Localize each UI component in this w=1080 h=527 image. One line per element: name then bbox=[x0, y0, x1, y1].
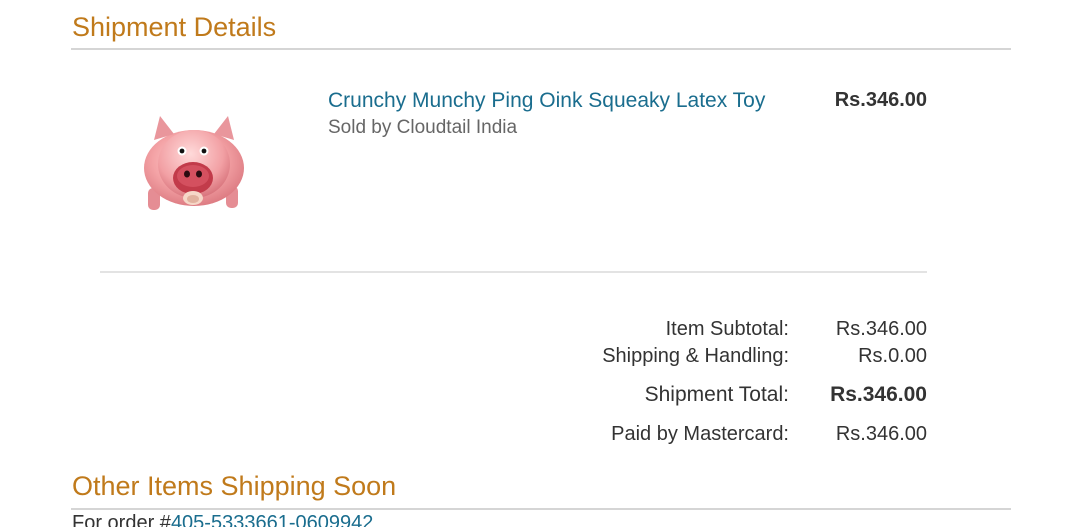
item-subtotal-value: Rs.346.00 bbox=[835, 318, 927, 340]
paid-by-label: Paid by Mastercard: bbox=[611, 423, 789, 445]
item-divider bbox=[100, 271, 927, 273]
shipment-total-label: Shipment Total: bbox=[644, 383, 789, 406]
order-reference: For order #405-5333661-0609942 bbox=[72, 512, 373, 527]
order-email-page: Shipment Details Crunchy Munchy Ping Oin… bbox=[0, 0, 1080, 527]
shipment-total-value: Rs.346.00 bbox=[830, 383, 927, 406]
section-divider bbox=[71, 48, 1011, 50]
shipping-handling-value: Rs.0.00 bbox=[858, 345, 927, 367]
product-seller: Sold by Cloudtail India bbox=[328, 117, 518, 138]
pig-toy-icon bbox=[144, 116, 244, 210]
order-prefix: For order # bbox=[72, 512, 171, 527]
section-divider bbox=[71, 508, 1011, 510]
item-subtotal-label: Item Subtotal: bbox=[665, 318, 789, 340]
pig-toy-image[interactable] bbox=[130, 96, 258, 224]
other-items-heading: Other Items Shipping Soon bbox=[72, 471, 397, 501]
order-number-link[interactable]: 405-5333661-0609942 bbox=[171, 512, 373, 527]
product-name-link[interactable]: Crunchy Munchy Ping Oink Squeaky Latex T… bbox=[328, 89, 765, 113]
paid-by-value: Rs.346.00 bbox=[835, 423, 927, 445]
shipping-handling-label: Shipping & Handling: bbox=[602, 345, 789, 367]
product-price: Rs.346.00 bbox=[834, 89, 927, 111]
shipment-details-heading: Shipment Details bbox=[72, 12, 277, 42]
